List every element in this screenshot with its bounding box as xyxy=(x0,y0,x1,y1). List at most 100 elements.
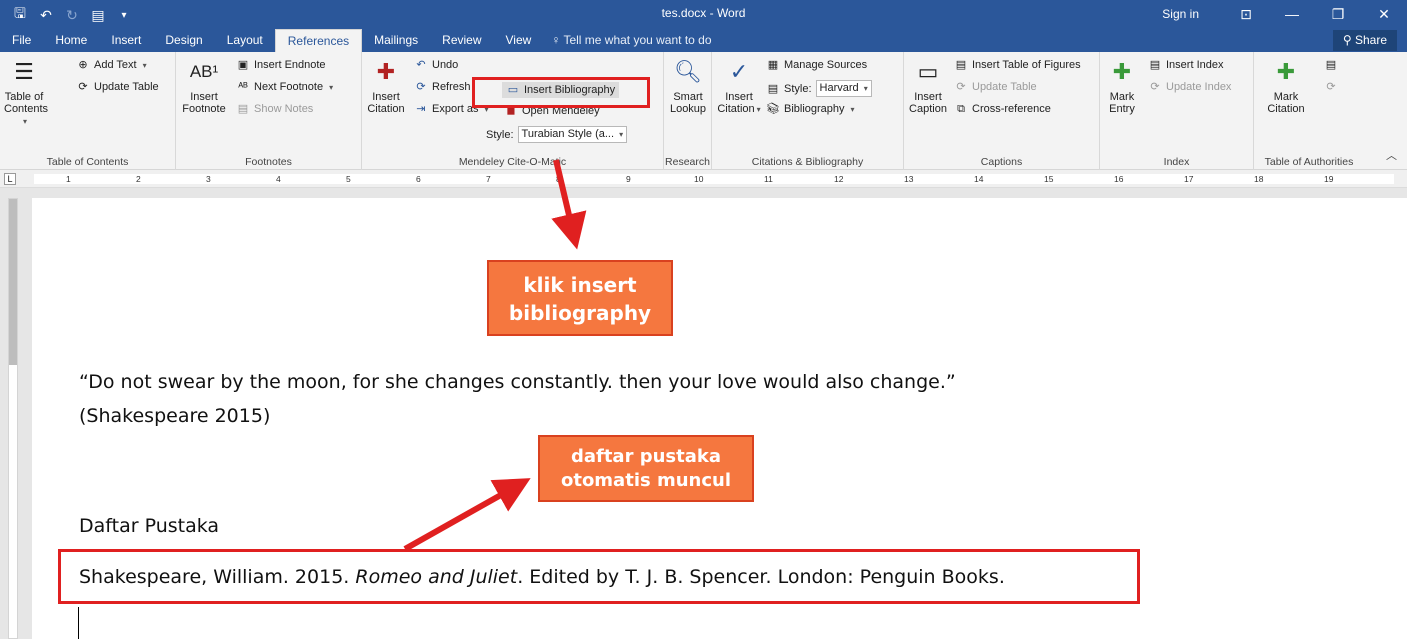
mendeley-refresh-button[interactable]: ⟳ Refresh xyxy=(414,80,470,94)
mendeley-undo-button[interactable]: ↶ Undo xyxy=(414,58,458,72)
ribbon-display-options-icon[interactable]: ⊡ xyxy=(1223,6,1269,23)
group-label: Citations & Bibliography xyxy=(751,156,864,168)
ruler-number: 17 xyxy=(1184,174,1194,184)
update-authorities-icon: ⟳ xyxy=(1326,81,1336,93)
tab-view[interactable]: View xyxy=(494,29,544,52)
ruler-number: 6 xyxy=(416,174,421,184)
window-controls: Sign in ⊡ — ❐ ✕ xyxy=(1162,0,1407,28)
update-icon: ⟳ xyxy=(956,81,966,93)
bibliography-entry-highlight xyxy=(58,549,1140,604)
tell-me-box[interactable]: ♀ Tell me what you want to do xyxy=(543,29,719,52)
group-label: Footnotes xyxy=(245,156,292,168)
next-footnote-button[interactable]: ᴬᴮ Next Footnote ▾ xyxy=(236,80,333,94)
restore-icon[interactable]: ❐ xyxy=(1315,6,1361,23)
insert-bibliography-highlight xyxy=(472,77,650,108)
table-of-contents-button[interactable]: ☰ Table of Contents▾ xyxy=(4,56,48,128)
insert-index-button[interactable]: ▤ Insert Index xyxy=(1148,58,1224,72)
toc-icon: ☰ xyxy=(14,59,34,84)
group-footnotes: AB¹ Insert Footnote ▣ Insert Endnote ᴬᴮ Ne… xyxy=(176,52,362,170)
group-table-of-authorities: ✚ Mark Citation ▤ ⟳ Table of Authorities xyxy=(1254,52,1364,170)
group-label: Mendeley Cite-O-Matic xyxy=(458,156,567,168)
insert-caption-button[interactable]: ▭ Insert Caption xyxy=(908,56,948,116)
ruler-number: 3 xyxy=(206,174,211,184)
citation-icon: ✓ xyxy=(729,59,749,84)
tab-file[interactable]: File xyxy=(0,29,43,52)
text-cursor xyxy=(78,607,79,639)
update-table-button[interactable]: ⟳ Update Table xyxy=(76,80,158,94)
footnote-icon: AB¹ xyxy=(189,62,219,81)
cross-reference-icon: ⧉ xyxy=(957,103,965,115)
manage-sources-button[interactable]: ▦ Manage Sources xyxy=(766,58,867,72)
mark-citation-button[interactable]: ✚ Mark Citation xyxy=(1264,56,1308,116)
insert-endnote-button[interactable]: ▣ Insert Endnote xyxy=(236,58,326,72)
group-label: Table of Contents xyxy=(46,156,129,168)
tab-selector[interactable]: L xyxy=(4,173,16,185)
group-label: Research xyxy=(665,156,710,168)
table-of-figures-icon: ▤ xyxy=(955,59,967,71)
ruler-number: 12 xyxy=(834,174,844,184)
citation-style-dropdown[interactable]: Harvard ▾ xyxy=(815,80,872,97)
group-label: Captions xyxy=(980,156,1023,168)
vertical-ruler-margin xyxy=(9,199,17,365)
tab-review[interactable]: Review xyxy=(430,29,493,52)
insert-table-of-authorities-button[interactable]: ▤ xyxy=(1324,58,1338,72)
bibliography-heading[interactable]: Daftar Pustaka xyxy=(79,515,219,537)
smart-lookup-button[interactable]: 🔍︎ Smart Lookup xyxy=(668,56,708,116)
ruler-track: 1 2 3 4 5 6 7 8 9 10 11 12 13 14 15 16 1… xyxy=(34,174,1394,184)
group-citations-bibliography: ✓ Insert Citation ▾ ▦ Manage Sources ▤ Styl… xyxy=(712,52,904,170)
table-of-authorities-icon: ▤ xyxy=(1325,59,1337,71)
ribbon-tabs: File Home Insert Design Layout Reference… xyxy=(0,29,720,52)
mark-citation-icon: ✚ xyxy=(1276,59,1296,84)
horizontal-ruler[interactable]: L 1 2 3 4 5 6 7 8 9 10 11 12 13 14 15 16… xyxy=(0,170,1407,188)
ruler-number: 1 xyxy=(66,174,71,184)
tab-layout[interactable]: Layout xyxy=(215,29,275,52)
ruler-number: 5 xyxy=(346,174,351,184)
tab-home[interactable]: Home xyxy=(43,29,99,52)
insert-table-of-figures-button[interactable]: ▤ Insert Table of Figures xyxy=(954,58,1081,72)
group-index: ✚ Mark Entry ▤ Insert Index ⟳ Update Index… xyxy=(1100,52,1254,170)
ruler-number: 19 xyxy=(1324,174,1334,184)
tab-design[interactable]: Design xyxy=(153,29,214,52)
update-table-of-authorities-button[interactable]: ⟳ xyxy=(1324,80,1338,94)
insert-index-icon: ▤ xyxy=(1149,59,1161,71)
quote-line-1[interactable]: “Do not swear by the moon, for she chang… xyxy=(79,371,956,393)
insert-footnote-button[interactable]: AB¹ Insert Footnote xyxy=(182,56,226,115)
sign-in-link[interactable]: Sign in xyxy=(1162,7,1199,21)
citation-style-selector: ▤ Style: Harvard ▾ xyxy=(766,80,872,97)
mendeley-style-selector: Style: Turabian Style (a... ▾ xyxy=(486,126,628,143)
update-index-button[interactable]: ⟳ Update Index xyxy=(1148,80,1231,94)
cross-reference-button[interactable]: ⧉ Cross-reference xyxy=(954,102,1051,116)
tab-mailings[interactable]: Mailings xyxy=(362,29,430,52)
vertical-ruler[interactable] xyxy=(8,198,18,639)
next-footnote-icon: ᴬᴮ xyxy=(238,81,248,93)
mendeley-insert-citation-button[interactable]: ✚ Insert Citation xyxy=(366,56,406,116)
quote-line-2[interactable]: (Shakespeare 2015) xyxy=(79,405,270,427)
mendeley-style-dropdown[interactable]: Turabian Style (a... ▾ xyxy=(517,126,628,143)
title-bar: 🖫 ↶ ↻ ▤ ▾ tes.docx - Word Sign in ⊡ — ❐ … xyxy=(0,0,1407,52)
collapse-ribbon-icon[interactable]: ︿ xyxy=(1386,147,1397,163)
ruler-number: 18 xyxy=(1254,174,1264,184)
ruler-number: 9 xyxy=(626,174,631,184)
add-text-button[interactable]: ⊕ Add Text ▾ xyxy=(76,58,146,72)
update-table-of-figures-button[interactable]: ⟳ Update Table xyxy=(954,80,1036,94)
group-label: Table of Authorities xyxy=(1264,156,1354,168)
ruler-number: 8 xyxy=(556,174,561,184)
group-research: 🔍︎ Smart Lookup Research xyxy=(664,52,712,170)
tab-references[interactable]: References xyxy=(274,29,363,52)
show-notes-icon: ▤ xyxy=(237,103,249,115)
show-notes-button[interactable]: ▤ Show Notes xyxy=(236,102,314,116)
ruler-number: 2 xyxy=(136,174,141,184)
minimize-icon[interactable]: — xyxy=(1269,6,1315,22)
bibliography-button[interactable]: 📚︎ Bibliography ▾ xyxy=(766,102,855,116)
callout-click-insert-bibliography: klik insert bibliography xyxy=(487,260,673,336)
group-mendeley: ✚ Insert Citation ↶ Undo ⟳ Refresh ⇥ Export… xyxy=(362,52,664,170)
close-icon[interactable]: ✕ xyxy=(1361,6,1407,23)
update-table-icon: ⟳ xyxy=(78,81,88,93)
mark-entry-button[interactable]: ✚ Mark Entry xyxy=(1104,56,1140,116)
share-button[interactable]: ⚲ Share xyxy=(1332,30,1397,51)
insert-citation-button[interactable]: ✓ Insert Citation ▾ xyxy=(716,56,762,116)
ruler-number: 13 xyxy=(904,174,914,184)
tab-insert[interactable]: Insert xyxy=(99,29,153,52)
ribbon: ☰ Table of Contents▾ ⊕ Add Text ▾ ⟳ Update … xyxy=(0,52,1407,170)
add-text-icon: ⊕ xyxy=(78,59,88,71)
